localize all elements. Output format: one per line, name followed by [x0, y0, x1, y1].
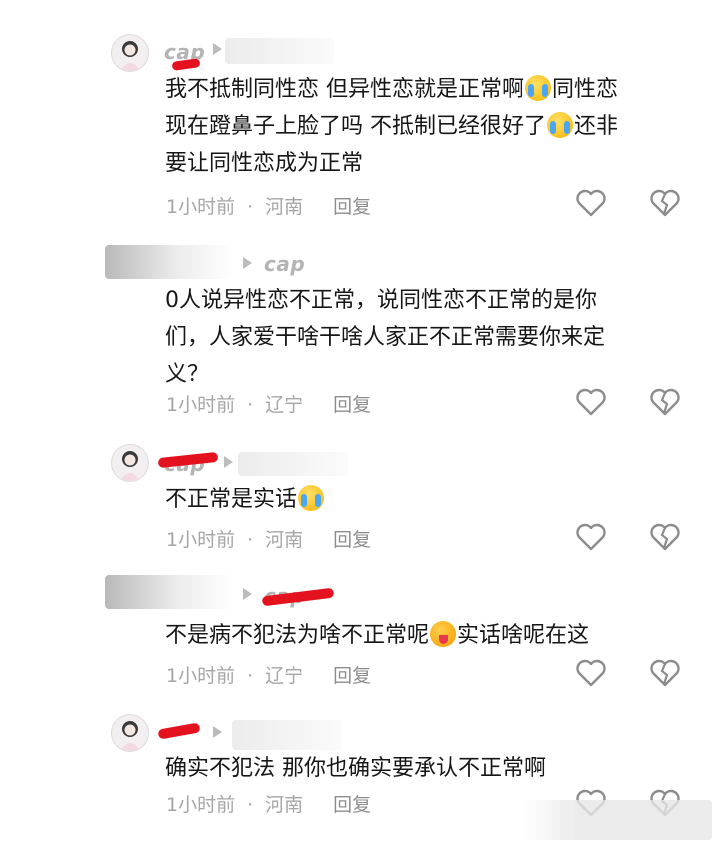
tears-of-joy-icon: [298, 485, 325, 511]
reply-button[interactable]: 回复: [333, 661, 371, 688]
blurred-avatar-username: [105, 245, 235, 279]
reply-button[interactable]: 回复: [333, 790, 371, 817]
broken-heart-icon: [650, 659, 680, 687]
avatar-illustration-icon: [120, 451, 140, 481]
comment-text: 不是病不犯法为啥不正常呢 实话啥呢在这: [165, 621, 590, 648]
avatar-illustration-icon: [120, 41, 140, 71]
meta-separator: ·: [247, 794, 254, 816]
comment-time: 1小时前: [166, 394, 236, 416]
avatar[interactable]: [111, 34, 149, 72]
like-button[interactable]: [574, 186, 608, 220]
comment-time: 1小时前: [166, 794, 236, 816]
play-triangle-icon: [224, 456, 233, 468]
avatar-illustration-icon: [120, 721, 140, 751]
broken-heart-icon: [650, 189, 680, 217]
comment-location: 辽宁: [265, 665, 304, 687]
reply-button[interactable]: 回复: [333, 525, 371, 552]
comment-time: 1小时前: [166, 196, 236, 218]
comment-location: 河南: [265, 196, 304, 218]
comment-location: 辽宁: [265, 394, 304, 416]
comment-username[interactable]: cap: [264, 252, 305, 276]
heart-outline-icon: [576, 388, 606, 416]
comment-text: 不正常是实话: [165, 481, 685, 518]
avatar[interactable]: [111, 714, 149, 752]
comment-meta: 1小时前 · 河南 回复: [166, 790, 371, 817]
dislike-button[interactable]: [648, 186, 682, 220]
comment-location: 河南: [265, 794, 304, 816]
like-button[interactable]: [574, 656, 608, 690]
comment-text: 确实不犯法 那你也确实要承认不正常啊: [165, 756, 546, 781]
blurred-avatar-username: [105, 575, 235, 609]
like-button[interactable]: [574, 520, 608, 554]
meta-separator: ·: [247, 665, 254, 687]
blurred-reply-target: [225, 38, 335, 64]
broken-heart-icon: [650, 523, 680, 551]
comment-meta: 1小时前 · 河南 回复: [166, 525, 371, 552]
comment-time: 1小时前: [166, 665, 236, 687]
like-button[interactable]: [574, 385, 608, 419]
blurred-reply-target: [238, 452, 348, 476]
meta-separator: ·: [247, 394, 254, 416]
comment-meta: 1小时前 · 河南 回复: [166, 192, 371, 219]
comment-location: 河南: [265, 529, 304, 551]
meta-separator: ·: [247, 196, 254, 218]
comment-text: 0人说异性恋不正常，说同性恋不正常的是你 们，人家爱干啥干啥人家正不正常需要你来…: [165, 288, 606, 387]
dislike-button[interactable]: [648, 520, 682, 554]
reply-button[interactable]: 回复: [333, 192, 371, 219]
comment-time: 1小时前: [166, 529, 236, 551]
play-triangle-icon: [243, 588, 252, 600]
comment-meta: 1小时前 · 辽宁 回复: [166, 661, 371, 688]
crying-face-icon: [525, 75, 551, 101]
heart-outline-icon: [576, 189, 606, 217]
avatar[interactable]: [111, 444, 149, 482]
blurred-reply-target: [232, 720, 342, 750]
play-triangle-icon: [213, 43, 222, 55]
dislike-button[interactable]: [648, 385, 682, 419]
dislike-button[interactable]: [648, 656, 682, 690]
reply-button[interactable]: 回复: [333, 390, 371, 417]
tongue-face-icon: [430, 621, 457, 647]
crying-face-icon: [547, 112, 573, 138]
username-redaction: [157, 722, 201, 740]
meta-separator: ·: [247, 529, 254, 551]
heart-outline-icon: [576, 523, 606, 551]
blurred-watermark: [522, 800, 712, 840]
heart-outline-icon: [576, 659, 606, 687]
broken-heart-icon: [650, 388, 680, 416]
comment-meta: 1小时前 · 辽宁 回复: [166, 390, 371, 417]
comment-text: 我不抵制同性恋 但异性恋就是正常啊 同性恋 现在蹬鼻子上脸了吗 不抵制已经很好了还…: [165, 75, 619, 176]
play-triangle-icon: [243, 257, 252, 269]
play-triangle-icon: [213, 726, 222, 738]
